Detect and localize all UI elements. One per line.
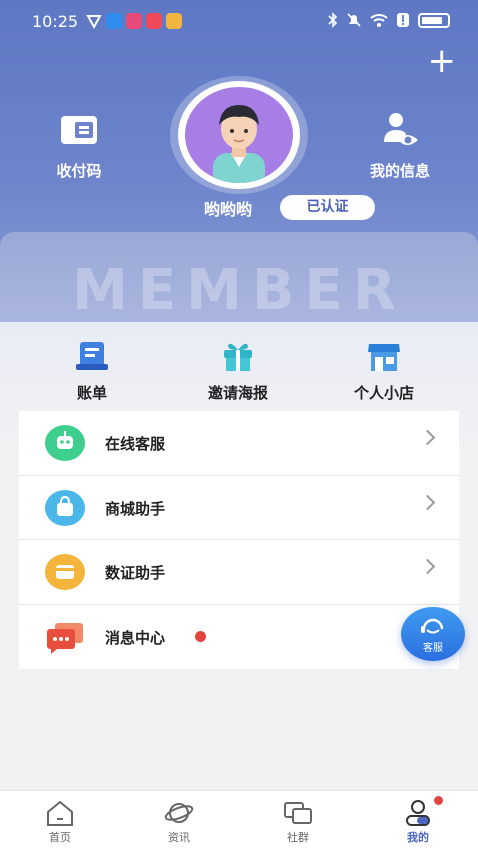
nav-mine[interactable]: 我的 [378, 799, 458, 845]
menu-item-label: 商城助手 [105, 499, 166, 518]
wifi-icon [370, 14, 388, 27]
status-system-icons [328, 12, 450, 28]
bill-label: 账单 [76, 384, 107, 402]
chat-icon [284, 802, 312, 824]
nav-label: 我的 [407, 831, 429, 844]
app-notification-icon [106, 13, 122, 29]
bill-button[interactable]: 账单 [32, 340, 152, 403]
personal-shop-label: 个人小店 [353, 384, 414, 402]
menu-item-certificate-assistant[interactable]: 数证助手 [19, 540, 459, 605]
mute-icon [347, 13, 361, 27]
vpn-icon [86, 15, 102, 29]
planet-icon [164, 803, 194, 823]
home-icon [47, 800, 73, 826]
avatar [185, 87, 293, 183]
nav-label: 首页 [49, 831, 71, 844]
menu-item-message-center[interactable]: 消息中心 [19, 605, 459, 670]
verified-badge: 已认证 [280, 195, 375, 220]
menu-list: 在线客服 商城助手 数证助手 消息中心 [19, 411, 459, 669]
menu-item-label: 在线客服 [105, 435, 166, 453]
customer-service-label: 客服 [423, 643, 443, 654]
my-info-label: 我的信息 [369, 162, 430, 180]
nav-news[interactable]: 资讯 [139, 799, 219, 845]
nav-label: 资讯 [168, 831, 190, 844]
app-notification-icon [166, 13, 182, 29]
avatar-frame[interactable] [170, 76, 308, 194]
add-button[interactable]: + [428, 44, 457, 78]
nav-notification-dot [434, 796, 443, 805]
member-watermark: MEMBER [72, 258, 406, 323]
user-eye-icon [378, 110, 422, 150]
nav-label: 社群 [287, 831, 309, 844]
pay-code-button[interactable]: 收付码 [24, 110, 134, 181]
alert-icon [397, 13, 409, 27]
shop-icon [368, 344, 400, 371]
bottom-nav: 首页 资讯 社群 我的 [0, 790, 478, 850]
menu-item-mall-assistant[interactable]: 商城助手 [19, 476, 459, 540]
chevron-right-icon [419, 494, 436, 510]
music-icon [146, 13, 162, 29]
invite-poster-label: 邀请海报 [207, 384, 268, 402]
nav-community[interactable]: 社群 [258, 799, 338, 845]
gift-icon [224, 343, 252, 371]
unread-dot [195, 630, 206, 642]
headset-icon [421, 618, 444, 634]
menu-item-label: 数证助手 [105, 564, 166, 582]
robot-icon [45, 425, 85, 461]
bluetooth-icon [328, 12, 338, 28]
status-bar: 10:25 [0, 0, 478, 44]
wallet-icon [57, 110, 101, 150]
personal-shop-button[interactable]: 个人小店 [324, 340, 444, 403]
battery-icon [418, 12, 450, 28]
username: 哟哟哟 [204, 200, 253, 219]
my-info-button[interactable]: 我的信息 [345, 110, 455, 181]
message-icon [45, 619, 85, 655]
chevron-right-icon [419, 558, 436, 575]
invite-poster-button[interactable]: 邀请海报 [178, 340, 298, 403]
app-notification-icon [126, 13, 142, 29]
chevron-right-icon [419, 429, 436, 446]
menu-item-online-service[interactable]: 在线客服 [19, 411, 459, 476]
status-time: 10:25 [32, 12, 79, 31]
status-notification-icons [86, 13, 182, 29]
menu-item-label: 消息中心 [105, 628, 166, 647]
customer-service-float-button[interactable]: 客服 [401, 607, 465, 661]
pay-code-label: 收付码 [56, 162, 102, 180]
profile-icon [406, 800, 430, 826]
bag-icon [45, 489, 85, 526]
bill-icon [76, 342, 108, 370]
nav-home[interactable]: 首页 [20, 799, 100, 845]
card-icon [45, 554, 85, 590]
